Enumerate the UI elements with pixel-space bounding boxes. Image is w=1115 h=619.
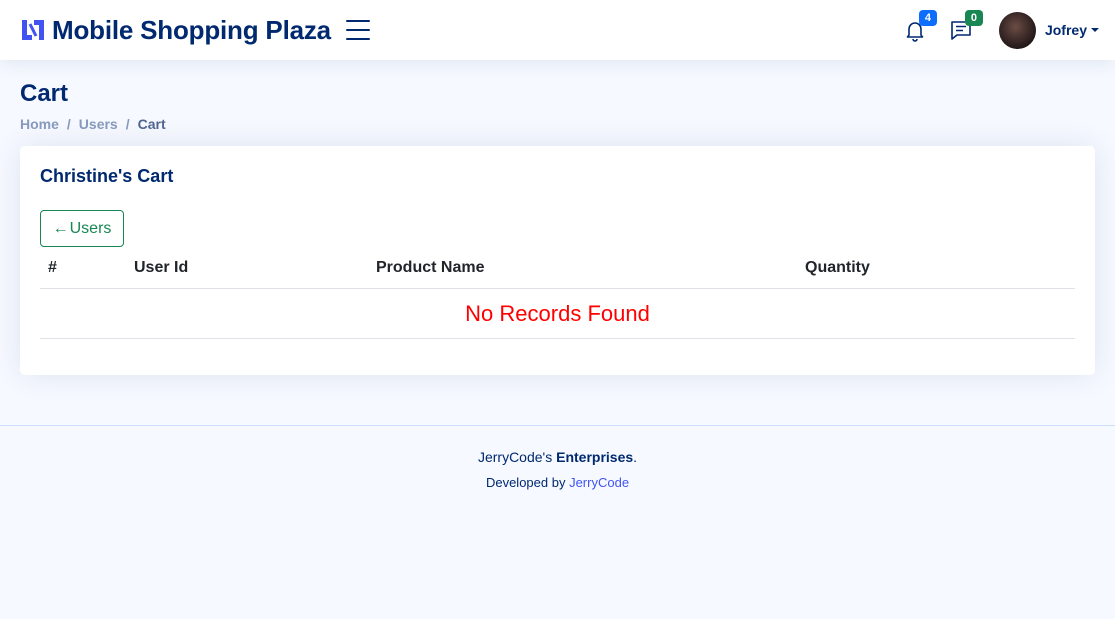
avatar (998, 11, 1036, 49)
messages-badge: 0 (964, 10, 983, 26)
back-to-users-button[interactable]: ← Users (40, 210, 124, 247)
brand-name: Mobile Shopping Plaza (52, 14, 331, 45)
developed-by-label: Developed by (485, 475, 566, 490)
column-header-index: # (48, 259, 57, 276)
cart-table: # User Id Product Name Quantity No Recor… (40, 248, 1075, 339)
copyright: JerryCode's Enterprises. (477, 449, 638, 465)
notifications-badge: 4 (918, 10, 937, 26)
brand-logo[interactable]: Mobile Shopping Plaza (20, 15, 331, 46)
profile-name: Jofrey (1044, 22, 1087, 38)
header-nav: 4 0 Jofrey (903, 0, 1099, 60)
notifications-button[interactable]: 4 (903, 10, 937, 42)
breadcrumb-separator: / (125, 116, 130, 132)
column-header-quantity: Quantity (805, 259, 870, 276)
profile-dropdown[interactable]: Jofrey (998, 11, 1099, 49)
cart-card: Christine's Cart ← Users # User Id Produ… (20, 146, 1095, 375)
empty-message: No Records Found (40, 289, 1075, 339)
company-name: Enterprises (556, 449, 634, 465)
table-header: # User Id Product Name Quantity (40, 248, 1075, 289)
breadcrumb: Home / Users / Cart (20, 116, 166, 132)
menu-icon[interactable] (345, 20, 370, 40)
breadcrumb-separator: / (66, 116, 71, 132)
breadcrumb-users[interactable]: Users (79, 116, 118, 132)
breadcrumb-home[interactable]: Home (20, 116, 59, 132)
credits: Developed by JerryCode (0, 475, 1115, 490)
footer: JerryCode's Enterprises. Developed by Je… (0, 425, 1115, 490)
messages-button[interactable]: 0 (949, 10, 983, 42)
page-title: Cart (20, 80, 69, 107)
card-title: Christine's Cart (40, 166, 174, 186)
back-button-label: Users (69, 219, 112, 237)
caret-down-icon (1091, 28, 1099, 32)
page-title-section: Cart Home / Users / Cart (20, 80, 166, 132)
top-header: Mobile Shopping Plaza 4 0 Jofrey (0, 0, 1115, 60)
company-prefix: JerryCode's (477, 449, 553, 465)
developer-link[interactable]: JerryCode (569, 475, 629, 490)
column-header-user-id: User Id (134, 259, 189, 276)
logo-icon (22, 20, 44, 40)
breadcrumb-cart: Cart (137, 116, 166, 132)
arrow-left-icon: ← (52, 219, 69, 237)
column-header-product-name: Product Name (376, 259, 485, 276)
